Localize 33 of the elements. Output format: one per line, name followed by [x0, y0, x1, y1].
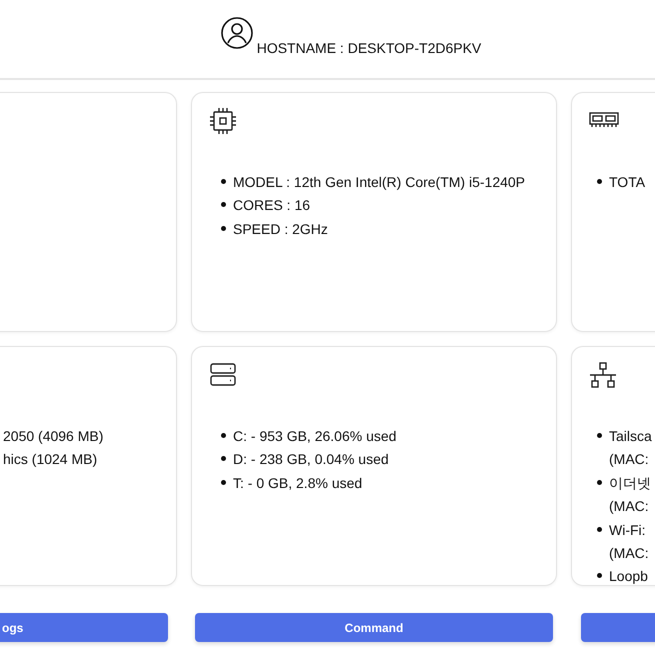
bullet-dot	[221, 179, 226, 184]
bullet-dot	[597, 526, 602, 532]
bullet-dot	[221, 433, 226, 438]
info-text: T: - 0 GB, 2.8% used	[233, 474, 362, 493]
info-text: Tailsca	[609, 427, 652, 446]
info-text: TOTA	[609, 173, 646, 192]
cpu-icon	[209, 107, 239, 135]
info-text: hics (1024 MB)	[3, 450, 98, 470]
info-text: MODEL : 12th Gen Intel(R) Core(TM) i5-1240P	[233, 173, 526, 192]
bullet-dot	[221, 456, 226, 462]
info-text: D: - 238 GB, 0.04% used	[233, 450, 389, 470]
info-text: 2050 (4096 MB)	[3, 427, 104, 446]
info-text: 이더넷	[609, 474, 651, 493]
action-button[interactable]: ogs	[0, 613, 168, 642]
info-text: (MAC:	[609, 497, 650, 516]
info-text: C: - 953 GB, 26.06% used	[233, 427, 396, 446]
bullet-dot	[597, 179, 602, 184]
bullet-dot	[221, 480, 226, 485]
action-button[interactable]: Command	[195, 613, 553, 642]
info-text: CORES : 16	[233, 196, 310, 216]
bullet-dot	[597, 480, 602, 485]
bullet-dot	[221, 202, 226, 208]
info-text: Wi-Fi:	[609, 520, 647, 540]
info-text: SPEED : 2GHz	[233, 220, 328, 239]
bullet-dot	[221, 226, 226, 231]
hostname-text: HOSTNAME : DESKTOP-T2D6PKV	[256, 40, 482, 56]
network-icon	[589, 361, 619, 389]
info-text: (MAC:	[609, 450, 650, 470]
bullet-dot	[597, 433, 602, 438]
info-text: (MAC:	[609, 544, 649, 564]
bullet-dot	[597, 573, 602, 578]
user-icon	[220, 17, 253, 49]
info-text: Loopb	[609, 567, 648, 585]
